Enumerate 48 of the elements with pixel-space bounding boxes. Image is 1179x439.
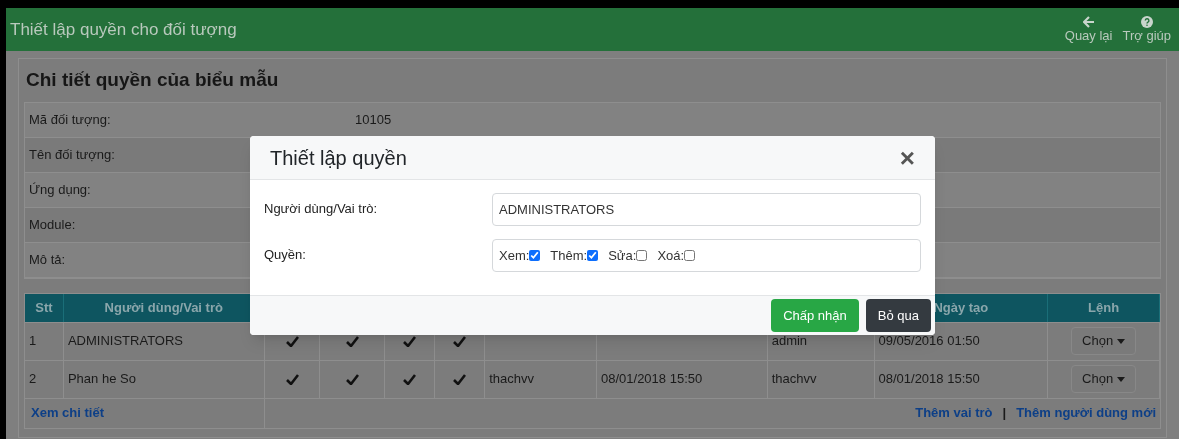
left-arrow-icon: [1082, 15, 1095, 28]
field-label: Ứng dụng:: [29, 180, 91, 199]
choose-dropdown[interactable]: Chọn: [1071, 327, 1137, 355]
permission-label: Xem:: [499, 246, 530, 265]
column-header: Lệnh: [1088, 298, 1120, 317]
table-cell-text: 09/05/2016 01:50: [878, 332, 980, 351]
table-cell-text: admin: [771, 332, 808, 351]
permission-label: Thêm:: [550, 246, 588, 265]
table-cell-text: ADMINISTRATORS: [67, 332, 184, 351]
table-cell-text: Phan he So: [67, 370, 136, 389]
caret-icon: [1117, 376, 1126, 382]
add-user-link[interactable]: Thêm người dùng mới: [1016, 403, 1156, 423]
help-icon: [1140, 15, 1153, 28]
details-link[interactable]: Xem chi tiết: [31, 403, 104, 423]
page-title: Thiết lập quyền cho đối tượng: [10, 18, 237, 41]
cancel-button[interactable]: Bỏ qua: [865, 299, 931, 332]
help-button[interactable]: Trợ giúp: [1122, 15, 1171, 44]
caret-icon: [1117, 338, 1126, 344]
rights-label: Quyền:: [264, 246, 307, 264]
permission-checkbox[interactable]: [587, 250, 599, 261]
permission-checkbox[interactable]: [636, 250, 648, 261]
table-cell-text: 08/01/2018 15:50: [878, 370, 980, 389]
back-button[interactable]: Quay lại: [1064, 15, 1113, 44]
link-separator: |: [1002, 404, 1007, 423]
table-cell-text: thachvv: [489, 370, 534, 389]
choose-dropdown[interactable]: Chọn: [1071, 365, 1137, 393]
column-header: Stt: [35, 298, 53, 317]
permission-label: Sửa:: [608, 246, 637, 265]
table-cell-text: 1: [29, 332, 37, 351]
table-cell-text: thachvv: [771, 370, 817, 389]
close-button[interactable]: ×: [899, 144, 915, 171]
field-label: Mô tả:: [29, 250, 66, 269]
panel-title: Chi tiết quyền của biểu mẫu: [25, 68, 280, 92]
field-label: Tên đối tượng:: [29, 145, 115, 164]
field-label: Module:: [29, 215, 76, 234]
field-value: 10105: [354, 110, 392, 129]
permission-label: Xoá:: [657, 246, 685, 265]
permission-checkbox[interactable]: [684, 250, 696, 261]
table-cell-text: 2: [29, 370, 37, 389]
permission-checkbox[interactable]: [529, 250, 541, 261]
column-header: Người dùng/Vai trò: [104, 298, 223, 317]
user-field[interactable]: ADMINISTRATORS: [492, 193, 921, 226]
user-label: Người dùng/Vai trò:: [264, 200, 379, 218]
table-cell-text: 08/01/2018 15:50: [601, 370, 703, 389]
accept-button[interactable]: Chấp nhận: [771, 299, 859, 332]
field-label: Mã đối tượng:: [29, 110, 111, 129]
dialog-title: Thiết lập quyền: [270, 145, 407, 171]
add-role-link[interactable]: Thêm vai trò: [915, 403, 993, 423]
